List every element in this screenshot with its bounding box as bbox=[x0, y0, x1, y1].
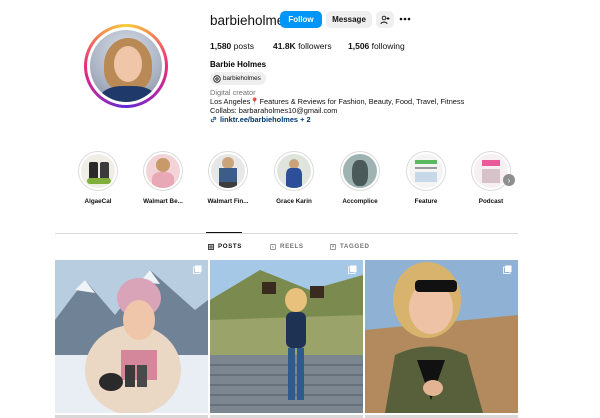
highlight-ring bbox=[208, 151, 248, 191]
following-count[interactable]: 1,506 following bbox=[348, 41, 405, 51]
highlight-grace-karin[interactable]: Grace Karin bbox=[264, 151, 324, 205]
posts-number: 1,580 bbox=[210, 41, 232, 51]
message-button[interactable]: Message bbox=[326, 11, 372, 28]
highlight-accomplice[interactable]: Accomplice bbox=[330, 151, 390, 205]
highlight-label: Accomplice bbox=[342, 198, 378, 205]
highlight-ring bbox=[274, 151, 314, 191]
highlight-label: Walmart Fin... bbox=[207, 198, 249, 205]
profile-avatar-ring[interactable] bbox=[84, 24, 168, 108]
highlight-cover-image bbox=[343, 154, 377, 188]
highlight-cover-image bbox=[409, 154, 443, 188]
grid-icon bbox=[208, 243, 214, 250]
threads-badge[interactable]: barbieholmes bbox=[210, 72, 266, 85]
following-label: following bbox=[371, 41, 405, 51]
add-user-icon bbox=[380, 15, 390, 24]
bio-line-1: Los Angeles📍Features & Reviews for Fashi… bbox=[210, 97, 465, 106]
post-thumbnail[interactable] bbox=[55, 260, 208, 413]
link-icon bbox=[210, 116, 217, 123]
followers-label: followers bbox=[298, 41, 332, 51]
tab-tagged-label: TAGGED bbox=[340, 243, 370, 250]
posts-count: 1,580 posts bbox=[210, 41, 254, 51]
active-tab-indicator bbox=[206, 232, 242, 233]
bio-link[interactable]: linktr.ee/barbieholmes + 2 bbox=[210, 115, 311, 124]
suggested-users-button[interactable] bbox=[376, 11, 394, 28]
highlight-ring bbox=[143, 151, 183, 191]
multi-photo-icon bbox=[193, 265, 202, 274]
tab-reels[interactable]: REELS bbox=[270, 243, 304, 250]
highlight-cover-image bbox=[146, 154, 180, 188]
tab-posts-label: POSTS bbox=[218, 243, 242, 250]
post-image-portrait bbox=[365, 260, 518, 413]
highlight-label: Podcast bbox=[478, 198, 504, 205]
highlight-ring bbox=[78, 151, 118, 191]
chevron-right-icon[interactable]: › bbox=[503, 174, 515, 186]
post-image-winter bbox=[55, 260, 208, 413]
avatar-face bbox=[114, 46, 142, 82]
highlight-label: AlgaeCal bbox=[84, 198, 112, 205]
avatar-body bbox=[100, 86, 156, 102]
threads-handle: barbieholmes bbox=[223, 75, 261, 82]
highlight-algaecal[interactable]: AlgaeCal bbox=[68, 151, 128, 205]
highlight-label: Walmart Be... bbox=[143, 198, 183, 205]
posts-label: posts bbox=[233, 41, 254, 51]
post-thumbnail[interactable] bbox=[210, 260, 363, 413]
highlight-ring bbox=[340, 151, 380, 191]
avatar-frame bbox=[87, 27, 165, 105]
threads-icon bbox=[213, 74, 221, 83]
reels-icon bbox=[270, 243, 276, 250]
multi-photo-icon bbox=[503, 265, 512, 274]
profile-category: Digital creator bbox=[210, 88, 256, 97]
highlight-walmart-fin[interactable]: Walmart Fin... bbox=[198, 151, 258, 205]
post-thumbnail[interactable] bbox=[365, 260, 518, 413]
tab-reels-label: REELS bbox=[280, 243, 304, 250]
highlight-ring bbox=[406, 151, 446, 191]
multi-photo-icon bbox=[348, 265, 357, 274]
avatar bbox=[90, 30, 162, 102]
highlight-cover-image bbox=[81, 154, 115, 188]
highlight-feature[interactable]: Feature bbox=[396, 151, 456, 205]
tagged-icon bbox=[330, 243, 336, 250]
highlight-label: Grace Karin bbox=[276, 198, 312, 205]
bio-link-text: linktr.ee/barbieholmes + 2 bbox=[220, 115, 311, 124]
post-image-amphitheater bbox=[210, 260, 363, 413]
follow-button[interactable]: Follow bbox=[280, 11, 322, 28]
tabs-divider bbox=[55, 233, 518, 234]
more-options-icon[interactable] bbox=[398, 12, 412, 26]
following-number: 1,506 bbox=[348, 41, 370, 51]
profile-username: barbieholmes bbox=[210, 13, 292, 28]
highlight-walmart-beauty[interactable]: Walmart Be... bbox=[133, 151, 193, 205]
tab-posts[interactable]: POSTS bbox=[208, 243, 242, 250]
highlight-label: Feature bbox=[414, 198, 438, 205]
highlight-cover-image bbox=[211, 154, 245, 188]
tab-tagged[interactable]: TAGGED bbox=[330, 243, 370, 250]
profile-full-name: Barbie Holmes bbox=[210, 60, 267, 69]
bio-line-2: Collabs: barbaraholmes10@gmail.com bbox=[210, 106, 338, 115]
followers-count[interactable]: 41.8K followers bbox=[273, 41, 332, 51]
highlight-cover-image bbox=[277, 154, 311, 188]
followers-number: 41.8K bbox=[273, 41, 296, 51]
